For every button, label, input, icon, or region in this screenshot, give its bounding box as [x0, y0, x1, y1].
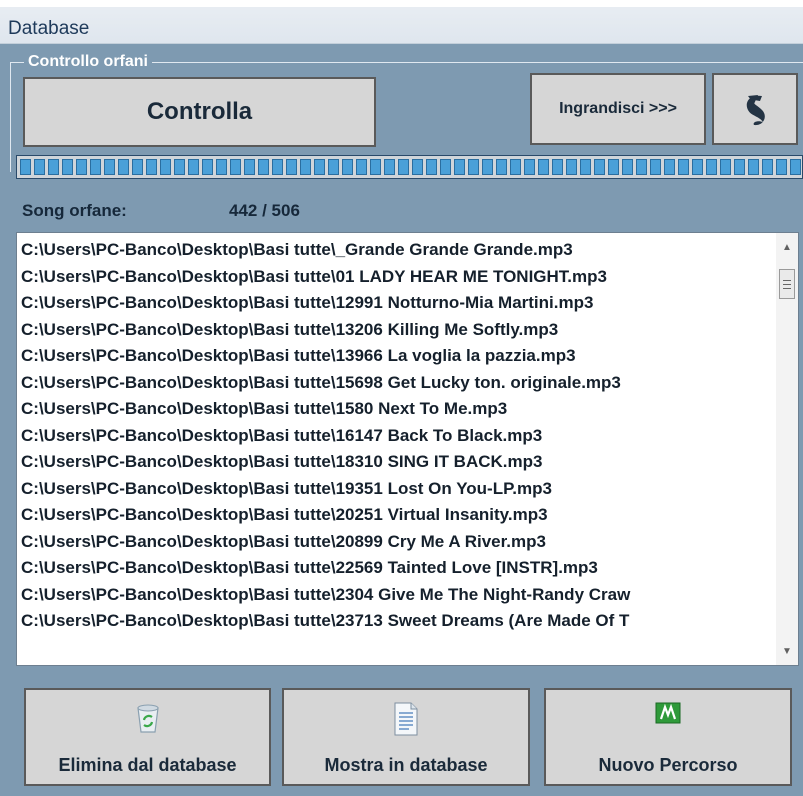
progress-segment — [580, 159, 591, 175]
progress-segment — [552, 159, 563, 175]
list-item[interactable]: C:\Users\PC-Banco\Desktop\Basi tutte\132… — [21, 317, 776, 344]
progress-segment — [62, 159, 73, 175]
progress-segment — [678, 159, 689, 175]
progress-segment — [510, 159, 521, 175]
progress-segment — [720, 159, 731, 175]
progress-segment — [440, 159, 451, 175]
nuovo-label: Nuovo Percorso — [598, 755, 738, 775]
progress-bar — [16, 155, 803, 179]
elimina-label: Elimina dal database — [58, 755, 237, 775]
progress-segment — [650, 159, 661, 175]
progress-segment — [622, 159, 633, 175]
progress-segment — [48, 159, 59, 175]
controlla-button[interactable]: Controlla — [23, 77, 376, 147]
scroll-up-arrow-icon[interactable]: ▲ — [776, 237, 798, 257]
nuovo-percorso-button[interactable]: Nuovo Percorso — [544, 688, 792, 786]
list-item[interactable]: C:\Users\PC-Banco\Desktop\Basi tutte\156… — [21, 370, 776, 397]
progress-segment — [454, 159, 465, 175]
progress-segment — [34, 159, 45, 175]
progress-segment — [160, 159, 171, 175]
progress-segment — [188, 159, 199, 175]
progress-segment — [258, 159, 269, 175]
list-item[interactable]: C:\Users\PC-Banco\Desktop\Basi tutte\161… — [21, 423, 776, 450]
mostra-in-database-button[interactable]: Mostra in database — [282, 688, 530, 786]
progress-segment — [524, 159, 535, 175]
undo-button[interactable] — [712, 73, 798, 145]
window-title: Database — [0, 0, 803, 44]
progress-segment — [146, 159, 157, 175]
groupbox-border-left — [10, 62, 11, 172]
list-item[interactable]: C:\Users\PC-Banco\Desktop\Basi tutte\230… — [21, 582, 776, 609]
list-item[interactable]: C:\Users\PC-Banco\Desktop\Basi tutte\01 … — [21, 264, 776, 291]
green-path-icon — [655, 702, 681, 724]
list-item[interactable]: C:\Users\PC-Banco\Desktop\Basi tutte\_Gr… — [21, 237, 776, 264]
progress-segment — [174, 159, 185, 175]
scroll-thumb[interactable] — [779, 269, 795, 299]
scroll-down-arrow-icon[interactable]: ▼ — [776, 641, 798, 661]
song-orfane-label: Song orfane: — [22, 201, 127, 220]
list-item[interactable]: C:\Users\PC-Banco\Desktop\Basi tutte\193… — [21, 476, 776, 503]
progress-segment — [594, 159, 605, 175]
progress-segment — [748, 159, 759, 175]
progress-segment — [272, 159, 283, 175]
progress-segment — [664, 159, 675, 175]
vertical-scrollbar[interactable]: ▲ ▼ — [776, 233, 798, 665]
progress-segment — [216, 159, 227, 175]
progress-segment — [118, 159, 129, 175]
progress-segment — [426, 159, 437, 175]
orphan-song-list[interactable]: C:\Users\PC-Banco\Desktop\Basi tutte\_Gr… — [16, 232, 799, 666]
song-orfane-count: 442 / 506 — [229, 201, 300, 220]
ingrandisci-button[interactable]: Ingrandisci >>> — [530, 73, 706, 145]
progress-segment — [328, 159, 339, 175]
progress-segment — [412, 159, 423, 175]
list-item[interactable]: C:\Users\PC-Banco\Desktop\Basi tutte\237… — [21, 608, 776, 635]
progress-segment — [104, 159, 115, 175]
progress-segment — [706, 159, 717, 175]
progress-segment — [132, 159, 143, 175]
document-icon — [394, 702, 418, 736]
progress-segment — [20, 159, 31, 175]
list-item[interactable]: C:\Users\PC-Banco\Desktop\Basi tutte\129… — [21, 290, 776, 317]
list-item[interactable]: C:\Users\PC-Banco\Desktop\Basi tutte\139… — [21, 343, 776, 370]
progress-segment — [734, 159, 745, 175]
progress-segment — [496, 159, 507, 175]
progress-segment — [566, 159, 577, 175]
progress-segment — [636, 159, 647, 175]
undo-arrow-icon — [746, 95, 765, 126]
progress-segment — [384, 159, 395, 175]
progress-segment — [790, 159, 801, 175]
progress-segment — [608, 159, 619, 175]
progress-segment — [202, 159, 213, 175]
progress-segment — [468, 159, 479, 175]
progress-segment — [762, 159, 773, 175]
progress-segment — [76, 159, 87, 175]
progress-segment — [398, 159, 409, 175]
progress-segment — [300, 159, 311, 175]
progress-segment — [342, 159, 353, 175]
progress-segment — [356, 159, 367, 175]
recycle-bin-icon — [136, 704, 159, 733]
list-item[interactable]: C:\Users\PC-Banco\Desktop\Basi tutte\202… — [21, 502, 776, 529]
list-item[interactable]: C:\Users\PC-Banco\Desktop\Basi tutte\158… — [21, 396, 776, 423]
progress-segment — [538, 159, 549, 175]
progress-segment — [692, 159, 703, 175]
elimina-dal-database-button[interactable]: Elimina dal database — [24, 688, 271, 786]
progress-segment — [314, 159, 325, 175]
progress-segment — [370, 159, 381, 175]
progress-segment — [286, 159, 297, 175]
progress-segment — [244, 159, 255, 175]
list-item[interactable]: C:\Users\PC-Banco\Desktop\Basi tutte\208… — [21, 529, 776, 556]
progress-segment — [230, 159, 241, 175]
list-item[interactable]: C:\Users\PC-Banco\Desktop\Basi tutte\183… — [21, 449, 776, 476]
progress-segment — [776, 159, 787, 175]
list-item[interactable]: C:\Users\PC-Banco\Desktop\Basi tutte\225… — [21, 555, 776, 582]
mostra-label: Mostra in database — [324, 755, 488, 775]
groupbox-legend: Controllo orfani — [24, 53, 152, 71]
progress-segment — [482, 159, 493, 175]
progress-segment — [90, 159, 101, 175]
list-items-container: C:\Users\PC-Banco\Desktop\Basi tutte\_Gr… — [21, 237, 776, 635]
